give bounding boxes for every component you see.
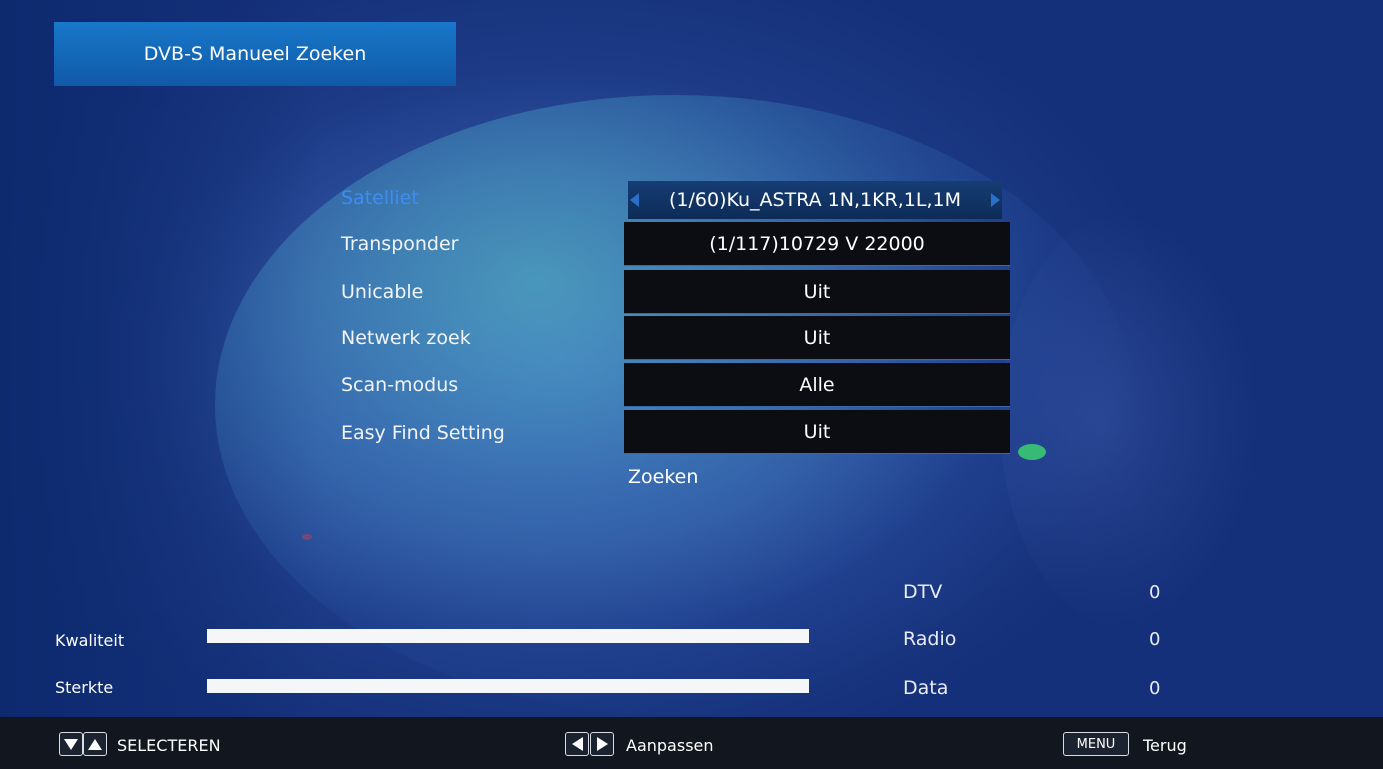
setting-label-satelliet[interactable]: Satelliet — [341, 187, 419, 209]
left-key-icon — [565, 732, 589, 756]
setting-label-transponder[interactable]: Transponder — [341, 233, 459, 255]
count-label-data: Data — [903, 677, 949, 699]
quality-bar — [207, 629, 809, 643]
up-key-icon — [83, 732, 107, 756]
right-key-icon — [590, 732, 614, 756]
quality-bar-fill — [207, 629, 809, 643]
search-button[interactable]: Zoeken — [628, 466, 698, 488]
count-label-dtv: DTV — [903, 581, 943, 603]
page-title: DVB-S Manueel Zoeken — [54, 22, 456, 86]
footer-adjust-label: Aanpassen — [626, 736, 714, 755]
setting-label-netwerk-zoek[interactable]: Netwerk zoek — [341, 327, 471, 349]
background-red-dot — [302, 534, 312, 540]
menu-key-text: MENU — [1076, 736, 1116, 752]
setting-value-netwerk-zoek[interactable]: Uit — [624, 316, 1010, 360]
setting-label-unicable[interactable]: Unicable — [341, 281, 423, 303]
strength-bar-fill — [207, 679, 809, 693]
setting-value-text: Alle — [799, 373, 835, 396]
strength-bar — [207, 679, 809, 693]
arrow-right-icon[interactable] — [991, 193, 1000, 207]
setting-value-text: (1/117)10729 V 22000 — [709, 232, 925, 255]
setting-value-text: Uit — [803, 420, 831, 443]
count-value-radio: 0 — [1149, 629, 1161, 650]
count-value-data: 0 — [1149, 678, 1161, 699]
setting-value-text: Uit — [803, 280, 831, 303]
setting-value-unicable[interactable]: Uit — [624, 270, 1010, 314]
setting-value-text: Uit — [803, 326, 831, 349]
setting-value-transponder[interactable]: (1/117)10729 V 22000 — [624, 222, 1010, 266]
down-key-icon — [59, 732, 83, 756]
setting-value-easy-find[interactable]: Uit — [624, 410, 1010, 454]
footer-back-label: Terug — [1143, 736, 1187, 755]
setting-value-scan-modus[interactable]: Alle — [624, 363, 1010, 407]
arrow-left-icon[interactable] — [630, 193, 639, 207]
setting-value-text: (1/60)Ku_ASTRA 1N,1KR,1L,1M — [668, 189, 961, 211]
background-moon — [1000, 210, 1260, 630]
menu-key-icon: MENU — [1063, 732, 1129, 756]
background-green-dot — [1018, 444, 1046, 460]
page-title-text: DVB-S Manueel Zoeken — [143, 43, 367, 65]
quality-label: Kwaliteit — [55, 631, 125, 650]
count-value-dtv: 0 — [1149, 582, 1161, 603]
strength-label: Sterkte — [55, 678, 114, 697]
setting-label-easy-find[interactable]: Easy Find Setting — [341, 422, 505, 444]
setting-value-satelliet[interactable]: (1/60)Ku_ASTRA 1N,1KR,1L,1M — [628, 181, 1002, 219]
footer-select-label: SELECTEREN — [117, 736, 221, 755]
setting-label-scan-modus[interactable]: Scan-modus — [341, 374, 458, 396]
count-label-radio: Radio — [903, 628, 957, 650]
